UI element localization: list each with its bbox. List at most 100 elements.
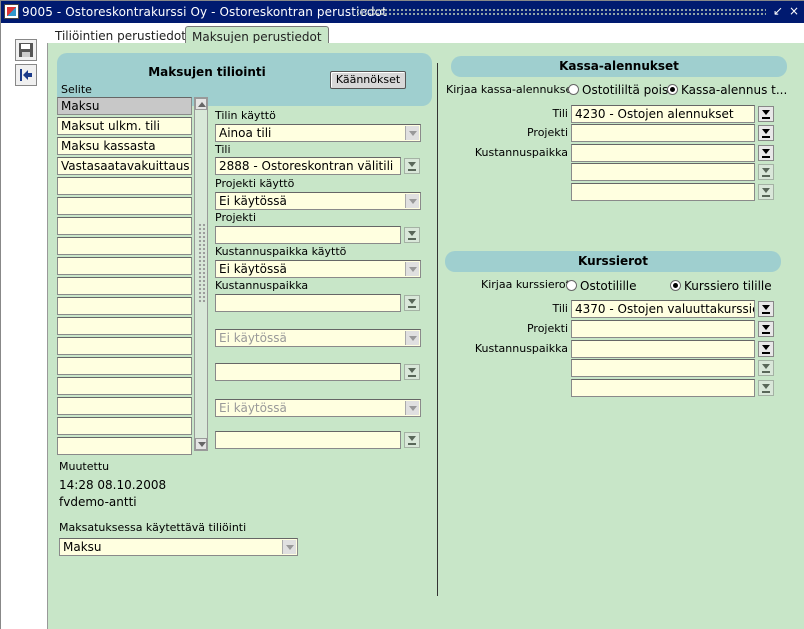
account-usage-select[interactable]: Ainoa tili [215, 124, 421, 142]
exchange-extra2-field[interactable] [571, 379, 755, 397]
panel-divider [437, 63, 438, 596]
chevron-down-icon [282, 540, 296, 554]
list-item[interactable] [57, 277, 192, 295]
exchange-diff-option2-radio[interactable] [670, 280, 681, 291]
extra2-usage-select[interactable]: Ei käytössä [215, 399, 421, 417]
left-toolbar [1, 23, 47, 629]
extra2-lov-button[interactable] [404, 432, 420, 448]
cash-discounts-post-label: Kirjaa kassa-alennukset [446, 83, 577, 96]
application-window: 9005 - Ostoreskontrakurssi Oy - Ostoresk… [0, 0, 804, 629]
cash-discounts-option2-label[interactable]: Kassa-alennus t... [681, 83, 787, 97]
list-item[interactable]: Maksu kassasta [57, 137, 192, 155]
cash-discounts-option2-radio[interactable] [667, 84, 678, 95]
chevron-down-icon [405, 401, 419, 415]
payment-posting-select[interactable]: Maksu [59, 538, 298, 556]
cash-account-field[interactable]: 4230 - Ostojen alennukset [571, 105, 755, 123]
list-item[interactable]: Vastasaatavakuittaus [57, 157, 192, 175]
exchange-extra1-lov-button[interactable] [758, 360, 774, 376]
exchange-diff-title: Kurssierot [578, 254, 648, 268]
list-item[interactable] [57, 177, 192, 195]
cash-account-label: Tili [552, 107, 568, 120]
account-label: Tili [215, 143, 231, 156]
cash-discounts-header: Kassa-alennukset [451, 56, 787, 77]
cash-project-label: Projekti [526, 126, 568, 139]
list-item[interactable] [57, 257, 192, 275]
exchange-diff-option1-radio[interactable] [566, 280, 577, 291]
cash-discounts-option1-label[interactable]: Ostotililtä pois [582, 83, 668, 97]
window-title: 9005 - Ostoreskontrakurssi Oy - Ostoresk… [22, 5, 387, 19]
project-lov-button[interactable] [404, 227, 420, 243]
costcenter-usage-select[interactable]: Ei käytössä [215, 260, 421, 278]
list-item[interactable] [57, 317, 192, 335]
extra1-lov-button[interactable] [404, 364, 420, 380]
cash-project-field[interactable] [571, 124, 755, 142]
modified-user: fvdemo-antti [59, 495, 137, 509]
list-of-values-icon [408, 368, 416, 377]
project-usage-select[interactable]: Ei käytössä [215, 192, 421, 210]
account-lov-button[interactable] [404, 158, 420, 174]
cash-discounts-option1-radio[interactable] [568, 84, 579, 95]
list-item[interactable] [57, 337, 192, 355]
chevron-down-icon [405, 331, 419, 345]
costcenter-lov-button[interactable] [404, 295, 420, 311]
costcenter-field[interactable] [215, 294, 401, 312]
cash-costcenter-lov-button[interactable] [758, 145, 774, 161]
close-icon[interactable]: × [787, 4, 801, 19]
account-field[interactable]: 2888 - Ostoreskontran välitili [215, 157, 401, 175]
list-of-values-icon [762, 129, 770, 138]
list-of-values-icon [762, 168, 770, 177]
exchange-costcenter-lov-button[interactable] [758, 341, 774, 357]
list-item[interactable] [57, 397, 192, 415]
save-button[interactable] [15, 39, 37, 61]
list-of-values-icon [762, 149, 770, 158]
tab-bar: Tiliöintien perustiedot Maksujen perusti… [47, 23, 804, 45]
extra1-usage-select[interactable]: Ei käytössä [215, 329, 421, 347]
chevron-down-icon [405, 262, 419, 276]
cash-account-lov-button[interactable] [758, 106, 774, 122]
exchange-project-lov-button[interactable] [758, 321, 774, 337]
exchange-extra1-field[interactable] [571, 359, 755, 377]
list-item[interactable] [57, 197, 192, 215]
exchange-extra2-lov-button[interactable] [758, 380, 774, 396]
exit-icon [20, 69, 32, 81]
list-item[interactable] [57, 437, 192, 455]
resize-grip[interactable] [198, 223, 206, 303]
exchange-costcenter-field[interactable] [571, 340, 755, 358]
cash-extra2-field[interactable] [571, 183, 755, 201]
main-content: Maksujen tiliointi Käännökset Selite Mak… [47, 43, 804, 629]
exchange-project-field[interactable] [571, 320, 755, 338]
cash-costcenter-field[interactable] [571, 144, 755, 162]
exchange-account-lov-button[interactable] [758, 301, 774, 317]
cash-extra1-field[interactable] [571, 163, 755, 181]
translations-button[interactable]: Käännökset [330, 71, 406, 89]
list-item[interactable] [57, 217, 192, 235]
list-of-values-icon [762, 345, 770, 354]
list-item[interactable] [57, 377, 192, 395]
app-icon [4, 4, 19, 19]
list-item[interactable]: Maksu [57, 97, 192, 115]
exchange-diff-option1-label[interactable]: Ostotilille [580, 279, 637, 293]
exchange-diff-header: Kurssierot [445, 251, 781, 272]
cash-extra2-lov-button[interactable] [758, 184, 774, 200]
list-item[interactable] [57, 237, 192, 255]
exchange-account-field[interactable]: 4370 - Ostojen valuuttakurssierot [571, 300, 755, 318]
cash-project-lov-button[interactable] [758, 125, 774, 141]
chevron-down-icon [405, 126, 419, 140]
cash-extra1-lov-button[interactable] [758, 164, 774, 180]
account-usage-value: Ainoa tili [219, 126, 272, 140]
scroll-down-icon[interactable] [195, 438, 207, 450]
extra2-field[interactable] [215, 431, 401, 449]
scroll-up-icon[interactable] [195, 98, 207, 110]
list-item[interactable] [57, 297, 192, 315]
project-field[interactable] [215, 226, 401, 244]
extra1-field[interactable] [215, 363, 401, 381]
list-of-values-icon [762, 110, 770, 119]
exit-button[interactable] [15, 64, 37, 86]
list-item[interactable] [57, 417, 192, 435]
list-of-values-icon [762, 364, 770, 373]
list-item[interactable]: Maksut ulkm. tili [57, 117, 192, 135]
extra1-usage-value: Ei käytössä [219, 331, 287, 345]
exchange-diff-option2-label[interactable]: Kurssiero tilille [684, 279, 772, 293]
list-item[interactable] [57, 357, 192, 375]
restore-icon[interactable]: ↙ [771, 4, 785, 19]
